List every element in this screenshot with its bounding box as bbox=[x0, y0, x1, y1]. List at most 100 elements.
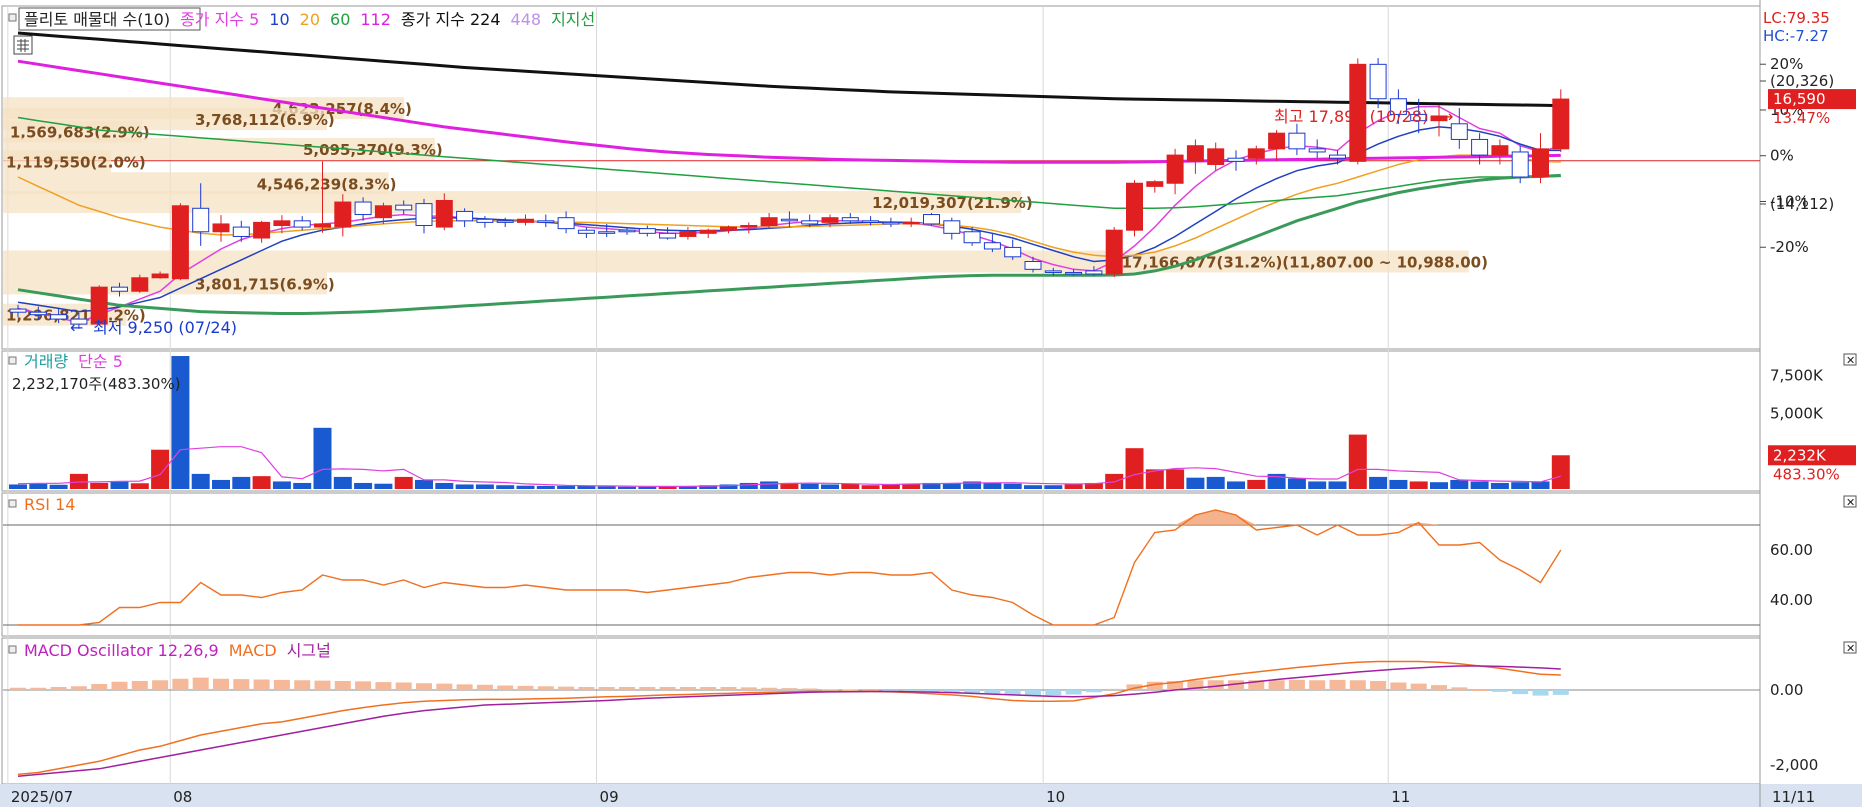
macd-osc-bar bbox=[131, 681, 148, 690]
macd-osc-bar bbox=[1045, 690, 1062, 696]
macd-osc-bar bbox=[558, 686, 575, 690]
macd-osc-bar bbox=[659, 687, 676, 690]
legend-item: 60 bbox=[330, 10, 350, 29]
candle-body bbox=[1511, 151, 1529, 178]
macd-osc-bar bbox=[10, 687, 26, 690]
volume-bar bbox=[1308, 481, 1327, 489]
macd-axis-label: 0.00 bbox=[1770, 681, 1803, 699]
price-badge-pct: 13.47% bbox=[1773, 109, 1830, 127]
macd-osc-bar bbox=[822, 689, 838, 691]
candle-body bbox=[841, 217, 859, 222]
macd-osc-bar bbox=[619, 687, 635, 690]
volume-bar bbox=[861, 485, 880, 489]
candle-body bbox=[476, 218, 494, 223]
volume-bar bbox=[597, 486, 616, 489]
rsi-legend-box[interactable] bbox=[8, 499, 17, 508]
volume-bar bbox=[110, 481, 129, 489]
candle-body bbox=[598, 231, 616, 234]
candle-body bbox=[740, 225, 758, 228]
candle-body bbox=[1329, 154, 1346, 159]
legend-item: 20 bbox=[300, 10, 320, 29]
macd-osc-bar bbox=[1451, 687, 1468, 690]
macd-osc-bar bbox=[91, 684, 108, 690]
macd-osc-bar bbox=[679, 687, 696, 690]
legend-item: 단순 5 bbox=[78, 352, 123, 371]
macd-legend-box[interactable] bbox=[8, 645, 17, 654]
candle-body bbox=[618, 229, 636, 233]
svg-text:✕: ✕ bbox=[1846, 496, 1855, 509]
profile-label: 17,166,077(31.2%)(11,807.00 ~ 10,988.00) bbox=[1122, 254, 1488, 272]
volume-bar bbox=[232, 476, 251, 489]
candle-body bbox=[1450, 123, 1468, 140]
volume-legend-box[interactable] bbox=[8, 356, 17, 365]
candle-body bbox=[50, 314, 68, 320]
macd-osc-bar bbox=[842, 689, 859, 691]
volume-bar bbox=[983, 482, 1002, 489]
volume-bar bbox=[821, 484, 839, 489]
main-axis-label: 0% bbox=[1770, 147, 1794, 165]
macd-osc-bar bbox=[30, 687, 47, 690]
macd-osc-bar bbox=[1106, 688, 1123, 690]
candle-body bbox=[780, 218, 798, 222]
high-arrow-icon: → bbox=[1440, 107, 1453, 126]
high-annotation: 최고 17,890 (10/28) bbox=[1274, 107, 1428, 126]
macd-osc-bar bbox=[233, 679, 250, 690]
rsi-axis-label: 60.00 bbox=[1770, 541, 1813, 559]
candle-body bbox=[1126, 182, 1143, 231]
volume-bar bbox=[1064, 484, 1083, 489]
macd-osc-bar bbox=[355, 681, 372, 690]
macd-osc-bar bbox=[1491, 690, 1508, 692]
legend-item: 종가 지수 5 bbox=[180, 10, 259, 29]
volume-sub-label: 2,232,170주(483.30%) bbox=[12, 375, 181, 393]
volume-bar bbox=[1166, 469, 1185, 489]
macd-osc-bar bbox=[1268, 680, 1285, 690]
macd-osc-bar bbox=[700, 687, 717, 690]
candle-body bbox=[821, 217, 839, 223]
volume-bar bbox=[1186, 477, 1205, 489]
candle-body bbox=[1268, 132, 1286, 150]
profile-label: 4,546,239(8.3%) bbox=[257, 175, 397, 193]
volume-bar bbox=[90, 482, 109, 489]
legend-toggle-box[interactable] bbox=[8, 13, 17, 22]
main-legend-text: 플리토 매물대 수(10) 종가 지수 5 10 20 60 112 종가 지수 224 44… bbox=[24, 10, 595, 29]
volume-bar bbox=[1287, 478, 1306, 489]
x-axis-label: 08 bbox=[173, 788, 192, 806]
main-axis-label: (20,326) bbox=[1770, 72, 1834, 90]
volume-bar bbox=[1003, 483, 1022, 489]
macd-osc-bar bbox=[1288, 679, 1305, 690]
volume-bar bbox=[1348, 434, 1367, 489]
volume-bar bbox=[333, 476, 352, 489]
macd-osc-bar bbox=[578, 687, 595, 690]
macd-osc-bar bbox=[801, 688, 818, 690]
legend-item: RSI 14 bbox=[24, 495, 75, 514]
volume-bar bbox=[151, 449, 170, 489]
volume-axis-label: 7,500K bbox=[1770, 367, 1824, 385]
candle-body bbox=[1471, 138, 1489, 156]
x-axis-bar bbox=[0, 784, 1862, 807]
macd-osc-bar bbox=[1512, 690, 1529, 695]
volume-bar bbox=[455, 484, 474, 489]
volume-bar bbox=[1470, 481, 1489, 489]
candle-body bbox=[1247, 148, 1265, 159]
volume-bar bbox=[313, 427, 332, 489]
candle-body bbox=[517, 218, 534, 223]
candle-body bbox=[1491, 145, 1509, 156]
candle-body bbox=[537, 220, 555, 223]
candle-body bbox=[334, 201, 352, 228]
macd-osc-bar bbox=[517, 685, 534, 690]
legend-item: 종가 지수 224 bbox=[401, 10, 501, 29]
macd-osc-bar bbox=[1410, 683, 1427, 690]
macd-osc-bar bbox=[639, 687, 656, 690]
candle-body bbox=[273, 220, 291, 227]
macd-osc-bar bbox=[1349, 680, 1366, 690]
candle-body bbox=[374, 205, 392, 219]
macd-osc-bar bbox=[1329, 679, 1346, 690]
candle-body bbox=[151, 273, 169, 279]
x-axis-label: 09 bbox=[600, 788, 619, 806]
macd-osc-bar bbox=[476, 684, 493, 690]
volume-bar bbox=[415, 479, 433, 489]
candle-body bbox=[801, 220, 819, 225]
legend-item: 112 bbox=[360, 10, 391, 29]
macd-osc-bar bbox=[720, 687, 737, 690]
volume-bar bbox=[130, 483, 149, 489]
